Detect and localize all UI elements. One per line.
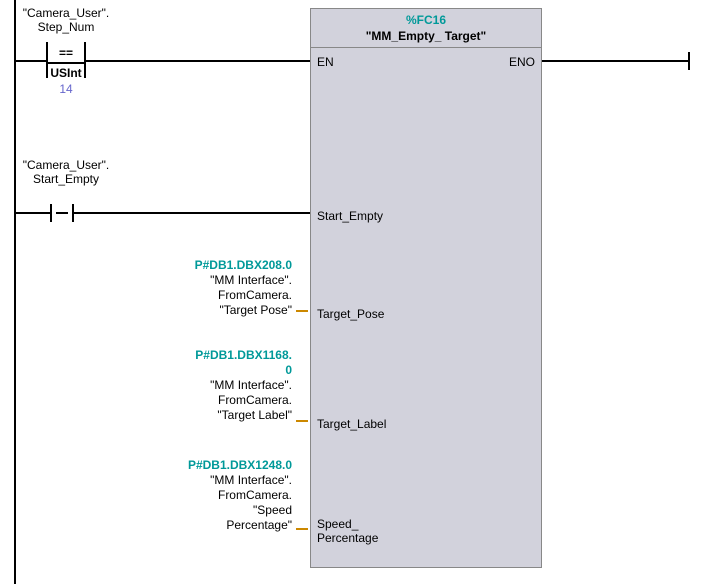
- op-speed-l4: Percentage": [130, 518, 292, 533]
- rail2-tag: "Camera_User". Start_Empty: [10, 158, 122, 187]
- pin-speed-percentage-line2: Percentage: [317, 531, 378, 545]
- fc-block-name: "MM_Empty_ Target": [311, 29, 541, 43]
- wire-start-empty-gap: [56, 212, 68, 214]
- fc-block: %FC16 "MM_Empty_ Target" EN ENO Start_Em…: [310, 8, 542, 568]
- rail1-tag-name: Step_Num: [10, 20, 122, 34]
- op-target-pose-l1: "MM Interface".: [130, 273, 292, 288]
- op-target-label-addr-l2: 0: [130, 363, 292, 378]
- wire-start-empty-b: [74, 212, 310, 214]
- operand-speed: P#DB1.DBX1248.0 "MM Interface". FromCame…: [130, 458, 292, 533]
- op-speed-l2: FromCamera.: [130, 488, 292, 503]
- op-target-label-l3: "Target Label": [130, 408, 292, 423]
- wire-en-right: [84, 60, 310, 62]
- fc-block-id: %FC16: [311, 13, 541, 27]
- operand-target-pose: P#DB1.DBX208.0 "MM Interface". FromCamer…: [130, 258, 292, 318]
- cmp-type: USInt: [48, 62, 84, 80]
- rail2-tag-db: "Camera_User".: [10, 158, 122, 172]
- cmp-right-bar: [84, 42, 86, 78]
- tick-target-label: [296, 420, 308, 422]
- eno-terminator: [688, 52, 690, 70]
- comparator: == USInt: [48, 46, 84, 80]
- op-target-pose-l3: "Target Pose": [130, 303, 292, 318]
- wire-eno: [542, 60, 690, 62]
- cmp-value: 14: [48, 82, 84, 96]
- op-speed-l1: "MM Interface".: [130, 473, 292, 488]
- pin-start-empty: Start_Empty: [317, 209, 383, 223]
- rail1-tag-db: "Camera_User".: [10, 6, 122, 20]
- pin-speed-percentage-line1: Speed_: [317, 517, 378, 531]
- pin-target-pose: Target_Pose: [317, 307, 384, 321]
- wire-en-left: [16, 60, 48, 62]
- wire-start-empty-a: [16, 212, 50, 214]
- cmp-op: ==: [48, 46, 84, 60]
- left-rail: [14, 0, 16, 584]
- pin-speed-percentage: Speed_ Percentage: [317, 517, 378, 545]
- op-target-label-l1: "MM Interface".: [130, 378, 292, 393]
- pin-en: EN: [317, 55, 334, 69]
- rail2-tag-name: Start_Empty: [10, 172, 122, 186]
- op-target-pose-addr: P#DB1.DBX208.0: [130, 258, 292, 273]
- tick-speed: [296, 528, 308, 530]
- op-target-label-l2: FromCamera.: [130, 393, 292, 408]
- fc-block-header: %FC16 "MM_Empty_ Target": [311, 9, 541, 48]
- contact-start-empty-l: [50, 204, 52, 222]
- operand-target-label: P#DB1.DBX1168. 0 "MM Interface". FromCam…: [130, 348, 292, 423]
- op-speed-l3: "Speed: [130, 503, 292, 518]
- op-target-label-addr-l1: P#DB1.DBX1168.: [130, 348, 292, 363]
- rail1-tag: "Camera_User". Step_Num: [10, 6, 122, 35]
- pin-eno: ENO: [509, 55, 535, 69]
- pin-target-label: Target_Label: [317, 417, 386, 431]
- op-target-pose-l2: FromCamera.: [130, 288, 292, 303]
- op-speed-addr: P#DB1.DBX1248.0: [130, 458, 292, 473]
- tick-target-pose: [296, 310, 308, 312]
